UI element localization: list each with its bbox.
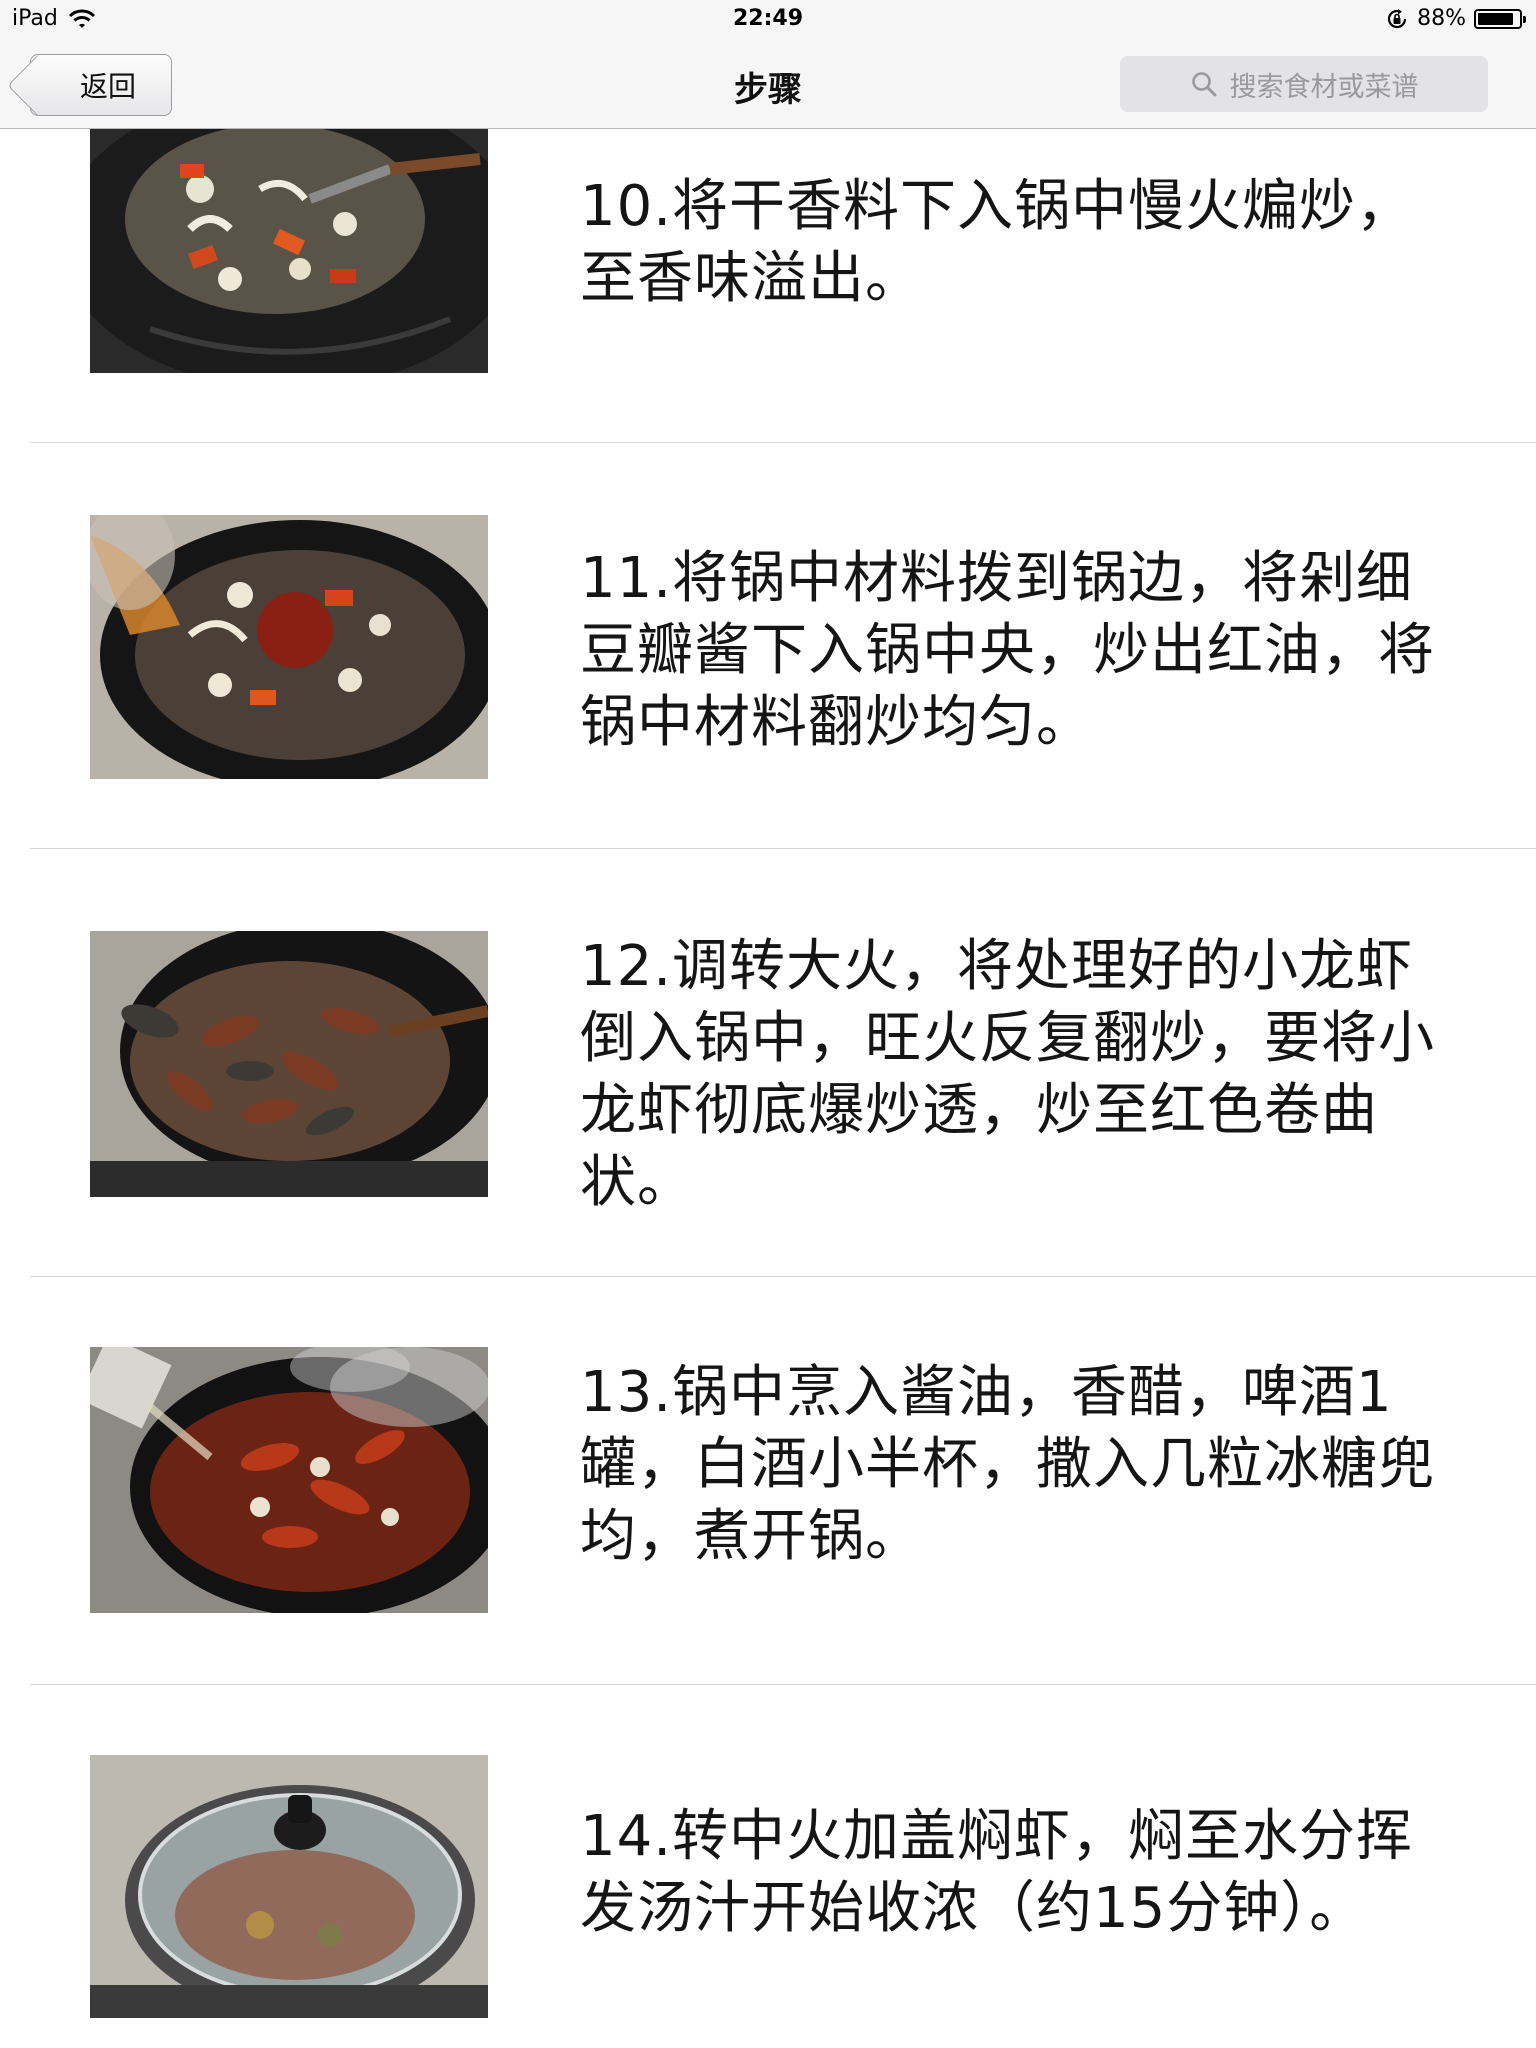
search-placeholder: 搜索食材或菜谱 bbox=[1229, 71, 1419, 103]
step-text: 13.锅中烹入酱油，香醋，啤酒1罐，白酒小半杯，撒入几粒冰糖兜均，煮开锅。 bbox=[580, 1360, 1435, 1569]
status-bar: iPad 22:49 88% bbox=[0, 0, 1536, 40]
step-photo bbox=[90, 1755, 488, 2018]
search-input[interactable]: 搜索食材或菜谱 bbox=[1120, 56, 1488, 112]
step-text: 14.转中火加盖焖虾，焖至水分挥发汤汁开始收浓（约15分钟）。 bbox=[580, 1804, 1414, 1941]
step-photo bbox=[90, 515, 488, 779]
rotation-lock-icon bbox=[1385, 7, 1409, 31]
step-text: 12.调转大火，将处理好的小龙虾倒入锅中，旺火反复翻炒，要将小龙虾彻底爆炒透，炒… bbox=[580, 934, 1435, 1215]
step-photo bbox=[90, 931, 488, 1197]
battery-icon bbox=[1474, 8, 1526, 29]
step-row[interactable]: 10.将干香料下入锅中慢火煸炒，至香味溢出。 bbox=[0, 129, 1536, 443]
status-time: 22:49 bbox=[732, 6, 804, 31]
step-row[interactable]: 13.锅中烹入酱油，香醋，啤酒1罐，白酒小半杯，撒入几粒冰糖兜均，煮开锅。 bbox=[0, 1277, 1536, 1685]
step-text: 11.将锅中材料拨到锅边，将剁细豆瓣酱下入锅中央，炒出红油，将锅中材料翻炒均匀。 bbox=[580, 546, 1435, 755]
step-photo bbox=[90, 1347, 488, 1613]
step-row[interactable]: 12.调转大火，将处理好的小龙虾倒入锅中，旺火反复翻炒，要将小龙虾彻底爆炒透，炒… bbox=[0, 849, 1536, 1277]
status-right: 88% bbox=[1385, 6, 1526, 31]
back-button-label: 返回 bbox=[79, 70, 136, 103]
step-text: 10.将干香料下入锅中慢火煸炒，至香味溢出。 bbox=[580, 174, 1414, 311]
step-row[interactable]: 14.转中火加盖焖虾，焖至水分挥发汤汁开始收浓（约15分钟）。 bbox=[0, 1685, 1536, 2048]
step-row[interactable]: 11.将锅中材料拨到锅边，将剁细豆瓣酱下入锅中央，炒出红油，将锅中材料翻炒均匀。 bbox=[0, 443, 1536, 849]
battery-fill bbox=[1478, 12, 1513, 25]
battery-percent: 88% bbox=[1417, 6, 1466, 31]
navigation-bar: 返回 步骤 搜索食材或菜谱 bbox=[0, 40, 1536, 129]
search-icon bbox=[1190, 70, 1218, 98]
step-photo bbox=[90, 129, 488, 373]
recipe-steps-screen: iPad 22:49 88% 返回 步骤 搜索食材或菜谱 10.将干香料下入锅中… bbox=[0, 0, 1536, 2048]
